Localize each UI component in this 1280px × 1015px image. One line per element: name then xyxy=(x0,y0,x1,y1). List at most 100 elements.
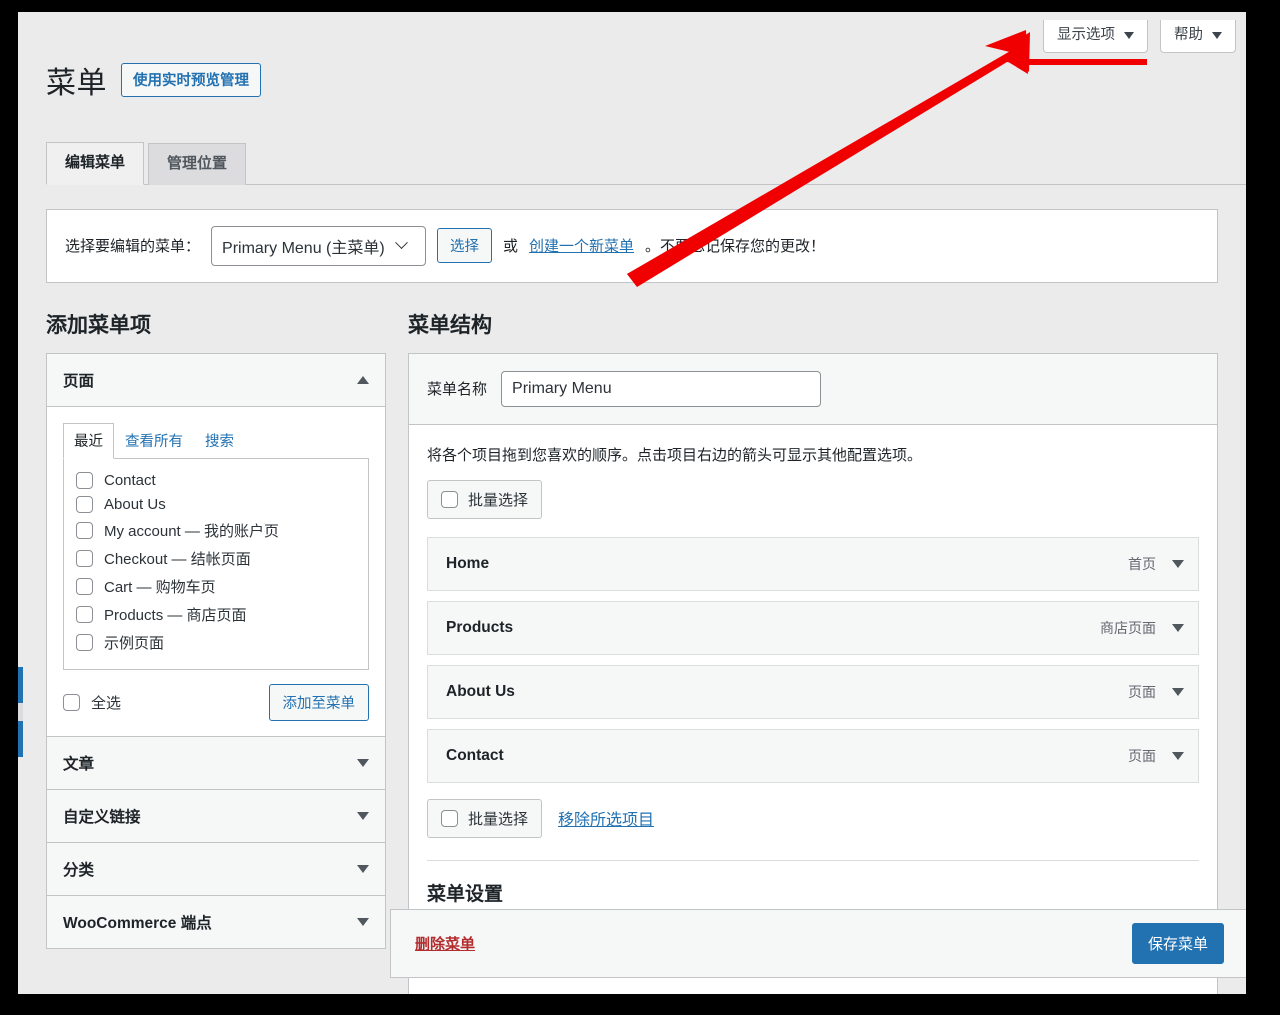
live-preview-button[interactable]: 使用实时预览管理 xyxy=(121,63,261,98)
save-reminder-text: 。不要忘记保存您的更改！ xyxy=(645,238,826,256)
help-label: 帮助 xyxy=(1174,27,1203,43)
checkbox-icon[interactable] xyxy=(76,496,93,514)
menu-item-type: 页面 xyxy=(1128,747,1156,764)
chevron-down-icon xyxy=(1212,32,1222,40)
admin-screen: 显示选项 帮助 菜单 使用实时预览管理 编辑菜单 管理位置 选择要编辑的菜单： … xyxy=(18,12,1246,994)
menu-item-title: About Us xyxy=(446,682,515,700)
checkbox-icon[interactable] xyxy=(76,550,93,568)
divider xyxy=(427,859,1199,861)
checkbox-icon[interactable] xyxy=(76,634,93,652)
screen-options-label: 显示选项 xyxy=(1057,27,1115,43)
checkbox-icon[interactable] xyxy=(441,490,458,508)
chevron-down-icon[interactable] xyxy=(1172,559,1184,568)
chevron-down-icon xyxy=(357,758,369,767)
menu-selector-label: 选择要编辑的菜单： xyxy=(65,238,201,256)
menu-editor-columns: 添加菜单项 页面 最近 查看所有 搜索 Contact About Us My … xyxy=(46,309,1218,994)
menu-select-dropdown[interactable]: Primary Menu (主菜单) xyxy=(211,225,427,266)
pages-checkbox-list[interactable]: Contact About Us My account — 我的账户页 Chec… xyxy=(63,458,369,670)
chevron-down-icon[interactable] xyxy=(1172,623,1184,632)
accordion-section-posts: 文章 xyxy=(47,735,385,789)
drag-hint-text: 将各个项目拖到您喜欢的顺序。点击项目右边的箭头可显示其他配置选项。 xyxy=(427,446,923,464)
menu-name-label: 菜单名称 xyxy=(427,381,488,399)
list-item[interactable]: Products — 商店页面 xyxy=(76,601,356,629)
pages-tab-view-all[interactable]: 查看所有 xyxy=(114,423,194,459)
menu-item-title: Products xyxy=(446,618,514,636)
accordion-header-woocommerce-endpoints[interactable]: WooCommerce 端点 xyxy=(47,895,385,948)
accordion-header-custom-links[interactable]: 自定义链接 xyxy=(47,789,385,842)
menu-structure-heading: 菜单结构 xyxy=(408,313,492,337)
checkbox-icon[interactable] xyxy=(76,578,93,596)
list-item[interactable]: Contact xyxy=(76,469,356,493)
accordion-header-posts[interactable]: 文章 xyxy=(47,736,385,789)
accordion-section-custom-links: 自定义链接 xyxy=(47,788,385,842)
accordion-title-posts: 文章 xyxy=(63,755,95,773)
list-item[interactable]: Checkout — 结帐页面 xyxy=(76,545,356,573)
menu-item-title: Contact xyxy=(446,746,504,764)
remove-selected-items-link[interactable]: 移除所选项目 xyxy=(558,806,654,830)
tab-bar-filler xyxy=(250,183,1218,185)
list-item-label: About Us xyxy=(104,496,166,514)
checkbox-icon[interactable] xyxy=(63,693,80,711)
add-to-menu-button[interactable]: 添加至菜单 xyxy=(268,683,369,721)
list-item[interactable]: Cart — 购物车页 xyxy=(76,573,356,601)
create-new-menu-link[interactable]: 创建一个新菜单 xyxy=(529,235,634,256)
page-title: 菜单 xyxy=(46,67,107,101)
menu-item-meta: 首页 xyxy=(1128,554,1184,574)
list-item[interactable]: My account — 我的账户页 xyxy=(76,517,356,545)
menu-item-title: Home xyxy=(446,554,490,572)
screen-options-button[interactable]: 显示选项 xyxy=(1043,20,1148,54)
menu-item-row[interactable]: Home 首页 xyxy=(427,536,1199,591)
chevron-down-icon xyxy=(357,917,369,926)
menu-name-row: 菜单名称 xyxy=(409,353,1217,425)
edge-scrollbar-artifact[interactable] xyxy=(18,667,23,757)
menu-selector-bar: 选择要编辑的菜单： Primary Menu (主菜单) 选择 或创建一个新菜单… xyxy=(46,208,1218,283)
menu-select-value: Primary Menu (主菜单) xyxy=(222,239,385,257)
list-item-label: My account — 我的账户页 xyxy=(104,523,280,541)
menu-actions-footer: 删除菜单 保存菜单 xyxy=(390,909,1246,978)
accordion-section-pages: 页面 最近 查看所有 搜索 Contact About Us My accoun… xyxy=(47,353,385,736)
select-menu-button[interactable]: 选择 xyxy=(437,228,493,264)
checkbox-icon[interactable] xyxy=(441,809,458,827)
menu-item-row[interactable]: Products 商店页面 xyxy=(427,600,1199,655)
accordion-header-pages[interactable]: 页面 xyxy=(47,353,385,407)
checkbox-icon[interactable] xyxy=(76,606,93,624)
accordion-title-pages: 页面 xyxy=(63,372,95,390)
chevron-down-icon[interactable] xyxy=(1172,687,1184,696)
tab-manage-locations[interactable]: 管理位置 xyxy=(148,143,247,185)
menu-item-meta: 页面 xyxy=(1128,682,1184,702)
help-button[interactable]: 帮助 xyxy=(1160,20,1236,54)
checkbox-icon[interactable] xyxy=(76,522,93,540)
menu-item-type: 首页 xyxy=(1128,555,1156,572)
menu-item-meta: 商店页面 xyxy=(1100,618,1184,638)
chevron-down-icon xyxy=(394,236,408,250)
select-all-row[interactable]: 全选 xyxy=(63,688,121,716)
menu-item-row[interactable]: Contact 页面 xyxy=(427,728,1199,783)
pages-tab-most-recent[interactable]: 最近 xyxy=(63,422,114,459)
bulk-select-toggle-top[interactable]: 批量选择 xyxy=(427,479,543,519)
menu-item-row[interactable]: About Us 页面 xyxy=(427,664,1199,719)
accordion-header-categories[interactable]: 分类 xyxy=(47,842,385,895)
accordion-title-woocommerce-endpoints: WooCommerce 端点 xyxy=(63,914,212,932)
menu-item-type: 页面 xyxy=(1128,683,1156,700)
chevron-up-icon xyxy=(357,375,369,384)
bulk-select-toggle-bottom[interactable]: 批量选择 xyxy=(427,798,543,838)
save-menu-button[interactable]: 保存菜单 xyxy=(1131,923,1224,964)
tab-edit-menus[interactable]: 编辑菜单 xyxy=(46,142,145,185)
menu-structure-column: 菜单结构 菜单名称 将各个项目拖到您喜欢的顺序。点击项目右边的箭头可显示其他配置… xyxy=(408,309,1218,994)
bulk-select-label: 批量选择 xyxy=(468,810,529,828)
accordion-section-categories: 分类 xyxy=(47,841,385,895)
pages-tab-search[interactable]: 搜索 xyxy=(194,423,245,459)
list-item[interactable]: 示例页面 xyxy=(76,629,356,657)
accordion-body-pages: 最近 查看所有 搜索 Contact About Us My account —… xyxy=(47,406,385,736)
menu-name-input[interactable] xyxy=(501,370,822,407)
list-item[interactable]: About Us xyxy=(76,493,356,517)
pages-section-footer: 全选 添加至菜单 xyxy=(63,670,369,736)
select-all-label: 全选 xyxy=(91,694,122,712)
delete-menu-link[interactable]: 删除菜单 xyxy=(415,933,475,954)
accordion-title-custom-links: 自定义链接 xyxy=(63,808,141,826)
or-text: 或 xyxy=(503,238,519,256)
checkbox-icon[interactable] xyxy=(76,472,93,490)
chevron-down-icon[interactable] xyxy=(1172,751,1184,760)
chevron-down-icon xyxy=(357,811,369,820)
menu-item-meta: 页面 xyxy=(1128,746,1184,766)
